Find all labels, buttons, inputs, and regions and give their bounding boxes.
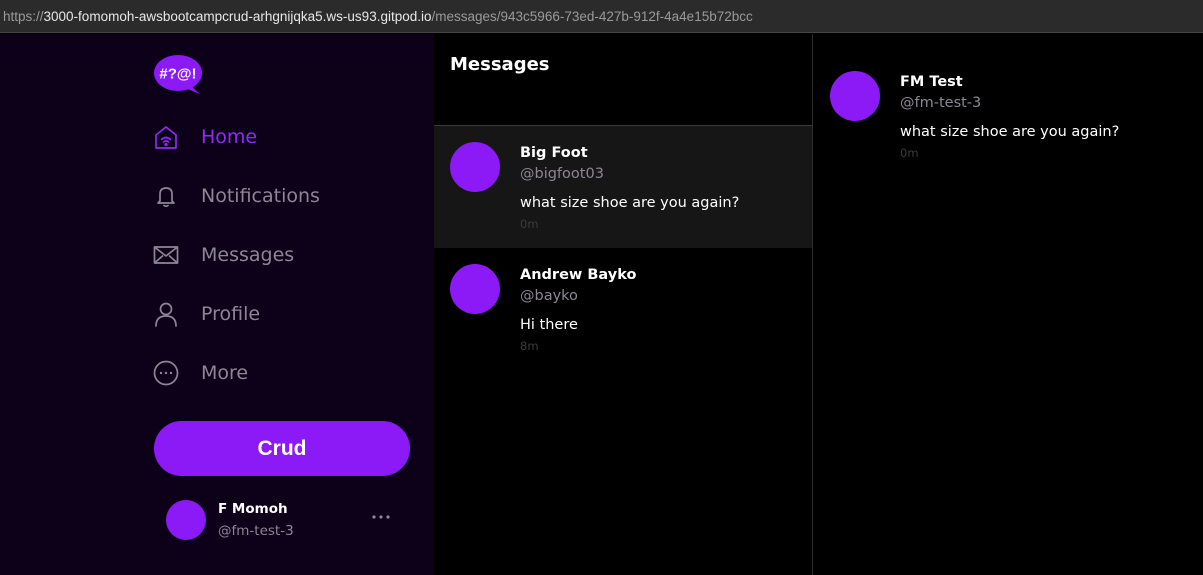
avatar (166, 500, 206, 540)
nav-home[interactable]: Home (152, 117, 257, 157)
sender-name: Big Foot (520, 145, 588, 161)
message-time: 8m (520, 339, 539, 353)
nav-notifications[interactable]: Notifications (152, 176, 320, 216)
nav-more-label: More (201, 362, 249, 384)
nav-messages[interactable]: Messages (152, 235, 294, 275)
url-path: /messages/943c5966-73ed-427b-912f-4a4e15… (431, 8, 753, 24)
nav-profile[interactable]: Profile (152, 294, 260, 334)
more-circle-icon (152, 359, 180, 387)
home-icon (152, 123, 180, 151)
message-group-item[interactable]: Andrew Bayko @bayko Hi there 8m (434, 248, 812, 370)
sender-handle: @bigfoot03 (520, 166, 604, 182)
user-icon (152, 300, 180, 328)
profile-card[interactable]: F Momoh @fm-test-3 (166, 500, 416, 542)
nav-more[interactable]: More (152, 353, 248, 393)
sidebar: #?@! Home Notifications Messages Profile… (0, 34, 434, 575)
avatar (450, 142, 500, 192)
message-group-item[interactable]: Big Foot @bigfoot03 what size shoe are y… (434, 126, 812, 248)
profile-handle: @fm-test-3 (218, 523, 294, 539)
page-title: Messages (450, 54, 550, 75)
avatar (830, 71, 880, 121)
profile-name: F Momoh (218, 501, 288, 517)
message-time: 0m (900, 146, 919, 160)
url-scheme: https:// (3, 8, 44, 24)
app-logo[interactable]: #?@! (154, 55, 204, 95)
logo-text: #?@! (159, 66, 196, 83)
message-text: what size shoe are you again? (900, 124, 1120, 140)
message-groups-feed: Messages Big Foot @bigfoot03 what size s… (434, 34, 813, 575)
conversation-panel: FM Test @fm-test-3 what size shoe are yo… (814, 34, 1203, 575)
address-bar[interactable]: https://3000-fomomoh-awsbootcampcrud-arh… (0, 0, 1203, 33)
nav-profile-label: Profile (201, 303, 261, 325)
envelope-icon (152, 241, 180, 269)
nav-notifications-label: Notifications (201, 185, 320, 207)
bell-icon (152, 182, 180, 210)
avatar (450, 264, 500, 314)
message-text: Hi there (520, 317, 578, 333)
nav-home-label: Home (201, 126, 258, 148)
crud-button[interactable]: Crud (154, 421, 410, 476)
nav-messages-label: Messages (201, 244, 295, 266)
ellipsis-icon[interactable] (370, 509, 392, 525)
message-text: what size shoe are you again? (520, 195, 740, 211)
url-host: 3000-fomomoh-awsbootcampcrud-arhgnijqka5… (43, 8, 432, 24)
message-time: 0m (520, 217, 539, 231)
sender-handle: @fm-test-3 (900, 95, 982, 111)
sender-name: Andrew Bayko (520, 267, 637, 283)
sender-name: FM Test (900, 74, 963, 90)
sender-handle: @bayko (520, 288, 578, 304)
